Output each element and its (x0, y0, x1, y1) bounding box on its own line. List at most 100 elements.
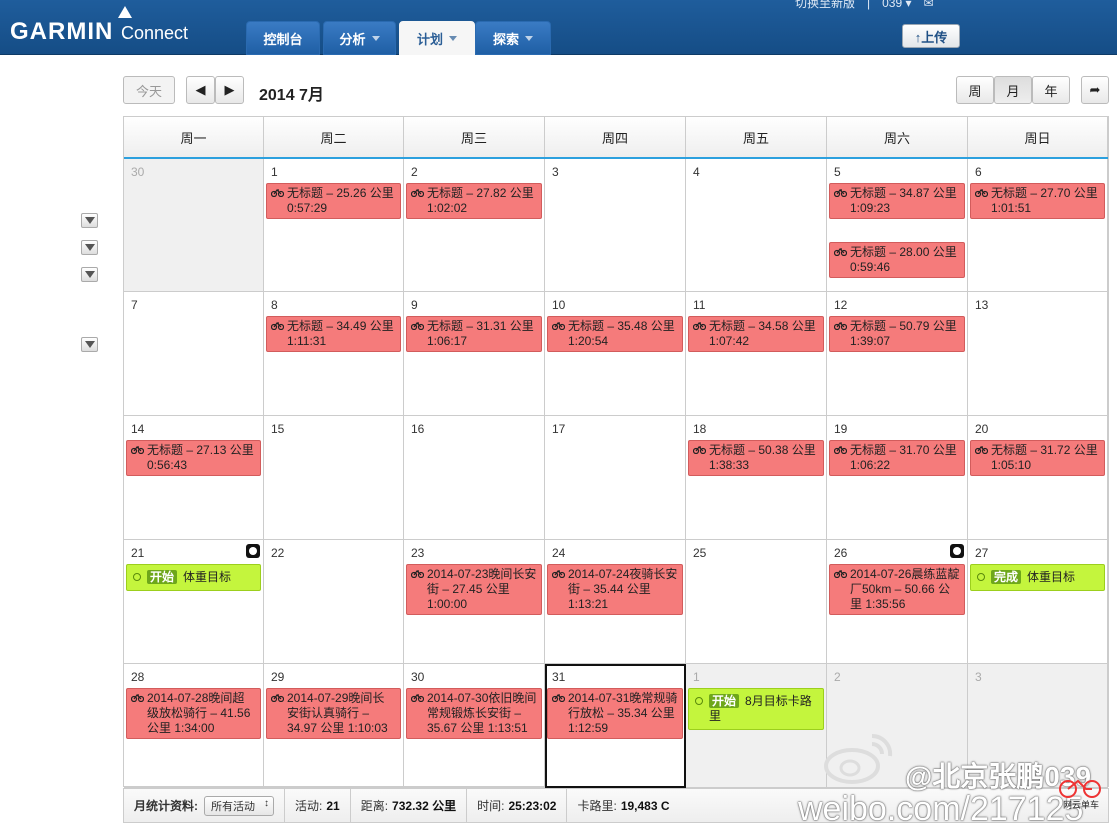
calendar-day-cell[interactable]: 1 无标题 – 25.26 公里 0:57:29 (264, 159, 404, 292)
calendar-day-cell[interactable]: 30 (124, 159, 264, 292)
day-number: 3 (975, 670, 982, 684)
calendar-day-cell[interactable]: 17 (545, 416, 686, 540)
calendar-day-cell[interactable]: 15 (264, 416, 404, 540)
calendar-day-cell[interactable]: 20 无标题 – 31.72 公里 1:05:10 (968, 416, 1108, 540)
share-button[interactable]: ➦ (1081, 76, 1109, 104)
day-number: 20 (975, 422, 989, 436)
expand-week-toggle[interactable] (81, 213, 98, 228)
triangle-down-icon (84, 244, 95, 251)
goal-entry[interactable]: 完成 体重目标 (970, 564, 1105, 591)
weight-scale-icon[interactable] (950, 544, 964, 558)
calendar-day-cell[interactable]: 16 (404, 416, 545, 540)
weight-scale-icon[interactable] (246, 544, 260, 558)
goal-entry[interactable]: 开始 体重目标 (126, 564, 261, 591)
activity-entry[interactable]: 2014-07-24夜骑长安街 – 35.44 公里 1:13:21 (547, 564, 683, 615)
calendar-day-cell[interactable]: 2 无标题 – 27.82 公里 1:02:02 (404, 159, 545, 292)
calendar-day-cell[interactable]: 19 无标题 – 31.70 公里 1:06:22 (827, 416, 968, 540)
nav-tab[interactable]: 控制台 (246, 21, 320, 55)
goal-status-tag: 完成 (991, 570, 1022, 584)
calendar-day-cell[interactable]: 11 无标题 – 34.58 公里 1:07:42 (686, 292, 827, 416)
calendar-day-cell[interactable]: 4 (686, 159, 827, 292)
activity-entry[interactable]: 无标题 – 34.49 公里 1:11:31 (266, 316, 401, 352)
activity-entry[interactable]: 无标题 – 28.00 公里 0:59:46 (829, 242, 965, 278)
stat-calories-value: 19,483 C (620, 798, 670, 813)
activity-entry[interactable]: 2014-07-28晚间超级放松骑行 – 41.56 公里 1:34:00 (126, 688, 261, 739)
user-menu-links[interactable]: 切换至新版 | 039 ▾ ✉ (795, 0, 934, 11)
activity-entry[interactable]: 无标题 – 34.87 公里 1:09:23 (829, 183, 965, 219)
weekday-header: 周日 (968, 117, 1108, 157)
activity-entry[interactable]: 无标题 – 34.58 公里 1:07:42 (688, 316, 824, 352)
view-month-button[interactable]: 月 (994, 76, 1032, 104)
month-title: 2014 7月 (259, 87, 324, 104)
activity-entry[interactable]: 无标题 – 31.72 公里 1:05:10 (970, 440, 1105, 476)
view-year-button[interactable]: 年 (1032, 76, 1070, 104)
activity-entry[interactable]: 无标题 – 31.31 公里 1:06:17 (406, 316, 542, 352)
calendar-day-cell[interactable]: 22 (264, 540, 404, 664)
activity-entry[interactable]: 无标题 – 35.48 公里 1:20:54 (547, 316, 683, 352)
calendar-day-cell[interactable]: 13 (968, 292, 1108, 416)
caret-down-icon (525, 35, 533, 41)
day-number: 30 (411, 670, 425, 684)
activity-entry-text: 无标题 – 31.70 公里 1:06:22 (850, 443, 957, 472)
calendar-day-cell[interactable]: 31 2014-07-31晚常规骑行放松 – 35.34 公里 1:12:59 (545, 664, 686, 788)
calendar-day-cell[interactable]: 5 无标题 – 34.87 公里 1:09:23 无标题 – 28.00 公里 0:… (827, 159, 968, 292)
calendar-day-cell[interactable]: 26 2014-07-26晨练蓝靛厂50km – 50.66 公里 1:35:56 (827, 540, 968, 664)
calendar-day-cell[interactable]: 25 (686, 540, 827, 664)
calendar-day-cell[interactable]: 28 2014-07-28晚间超级放松骑行 – 41.56 公里 1:34:00 (124, 664, 264, 788)
activity-entry-text: 无标题 – 50.79 公里 1:39:07 (850, 319, 957, 348)
calendar-day-cell[interactable]: 18 无标题 – 50.38 公里 1:38:33 (686, 416, 827, 540)
activity-entry[interactable]: 无标题 – 27.70 公里 1:01:51 (970, 183, 1105, 219)
activity-entry[interactable]: 无标题 – 25.26 公里 0:57:29 (266, 183, 401, 219)
day-number: 30 (131, 165, 145, 179)
calendar-day-cell[interactable]: 23 2014-07-23晚间长安街 – 27.45 公里 1:00:00 (404, 540, 545, 664)
activity-entry[interactable]: 2014-07-31晚常规骑行放松 – 35.34 公里 1:12:59 (547, 688, 683, 739)
today-button[interactable]: 今天 (123, 76, 175, 104)
day-number: 6 (975, 165, 982, 179)
goal-entry[interactable]: 开始 8月目标卡路里 (688, 688, 824, 730)
view-week-button[interactable]: 周 (956, 76, 994, 104)
calendar-day-cell[interactable]: 12 无标题 – 50.79 公里 1:39:07 (827, 292, 968, 416)
calendar-day-cell[interactable]: 24 2014-07-24夜骑长安街 – 35.44 公里 1:13:21 (545, 540, 686, 664)
prev-month-button[interactable]: ◀ (186, 76, 215, 104)
calendar-day-cell[interactable]: 8 无标题 – 34.49 公里 1:11:31 (264, 292, 404, 416)
calendar-day-cell[interactable]: 3 (545, 159, 686, 292)
activity-entry[interactable]: 无标题 – 27.82 公里 1:02:02 (406, 183, 542, 219)
activity-entry-text: 2014-07-28晚间超级放松骑行 – 41.56 公里 1:34:00 (147, 691, 251, 735)
calendar-day-cell[interactable]: 10 无标题 – 35.48 公里 1:20:54 (545, 292, 686, 416)
activity-entry[interactable]: 2014-07-23晚间长安街 – 27.45 公里 1:00:00 (406, 564, 542, 615)
calendar-day-cell[interactable]: 6 无标题 – 27.70 公里 1:01:51 (968, 159, 1108, 292)
calendar-day-cell[interactable]: 30 2014-07-30依旧晚间常规锻炼长安街 – 35.67 公里 1:13:… (404, 664, 545, 788)
calendar-day-cell[interactable]: 1 开始 8月目标卡路里 (686, 664, 827, 788)
day-number: 14 (131, 422, 145, 436)
calendar-day-cell[interactable]: 14 无标题 – 27.13 公里 0:56:43 (124, 416, 264, 540)
activity-entry[interactable]: 2014-07-30依旧晚间常规锻炼长安街 – 35.67 公里 1:13:51 (406, 688, 542, 739)
next-month-button[interactable]: ▶ (215, 76, 244, 104)
calendar-day-cell[interactable]: 21 开始 体重目标 (124, 540, 264, 664)
calendar-day-cell[interactable]: 9 无标题 – 31.31 公里 1:06:17 (404, 292, 545, 416)
nav-tab[interactable]: 分析 (323, 21, 396, 55)
calendar-day-cell[interactable]: 29 2014-07-29晚间长安街认真骑行 – 34.97 公里 1:10:03 (264, 664, 404, 788)
goal-entry-text: 体重目标 (183, 570, 232, 584)
activity-entry[interactable]: 无标题 – 50.38 公里 1:38:33 (688, 440, 824, 476)
upload-button[interactable]: ↑上传 (902, 24, 960, 48)
nav-tab[interactable]: 探索 (475, 21, 551, 55)
bicycle-icon (552, 322, 565, 330)
expand-week-toggle[interactable] (81, 240, 98, 255)
goal-status-tag: 开始 (709, 694, 740, 708)
bicycle-icon (411, 189, 424, 197)
activity-filter-select[interactable]: 所有活动 (204, 795, 274, 816)
day-number: 12 (834, 298, 848, 312)
activity-entry-text: 无标题 – 31.31 公里 1:06:17 (427, 319, 534, 348)
calendar-day-cell[interactable]: 27 完成 体重目标 (968, 540, 1108, 664)
activity-entry[interactable]: 2014-07-26晨练蓝靛厂50km – 50.66 公里 1:35:56 (829, 564, 965, 615)
garmin-connect-logo[interactable]: GARMIN Connect (10, 6, 188, 46)
expand-week-toggle[interactable] (81, 267, 98, 282)
activity-entry[interactable]: 无标题 – 50.79 公里 1:39:07 (829, 316, 965, 352)
nav-tab[interactable]: 计划 (399, 21, 475, 55)
stats-label: 月统计资料: (134, 799, 198, 813)
activity-entry[interactable]: 2014-07-29晚间长安街认真骑行 – 34.97 公里 1:10:03 (266, 688, 401, 739)
expand-week-toggle[interactable] (81, 337, 98, 352)
activity-entry[interactable]: 无标题 – 31.70 公里 1:06:22 (829, 440, 965, 476)
calendar-day-cell[interactable]: 7 (124, 292, 264, 416)
activity-entry[interactable]: 无标题 – 27.13 公里 0:56:43 (126, 440, 261, 476)
